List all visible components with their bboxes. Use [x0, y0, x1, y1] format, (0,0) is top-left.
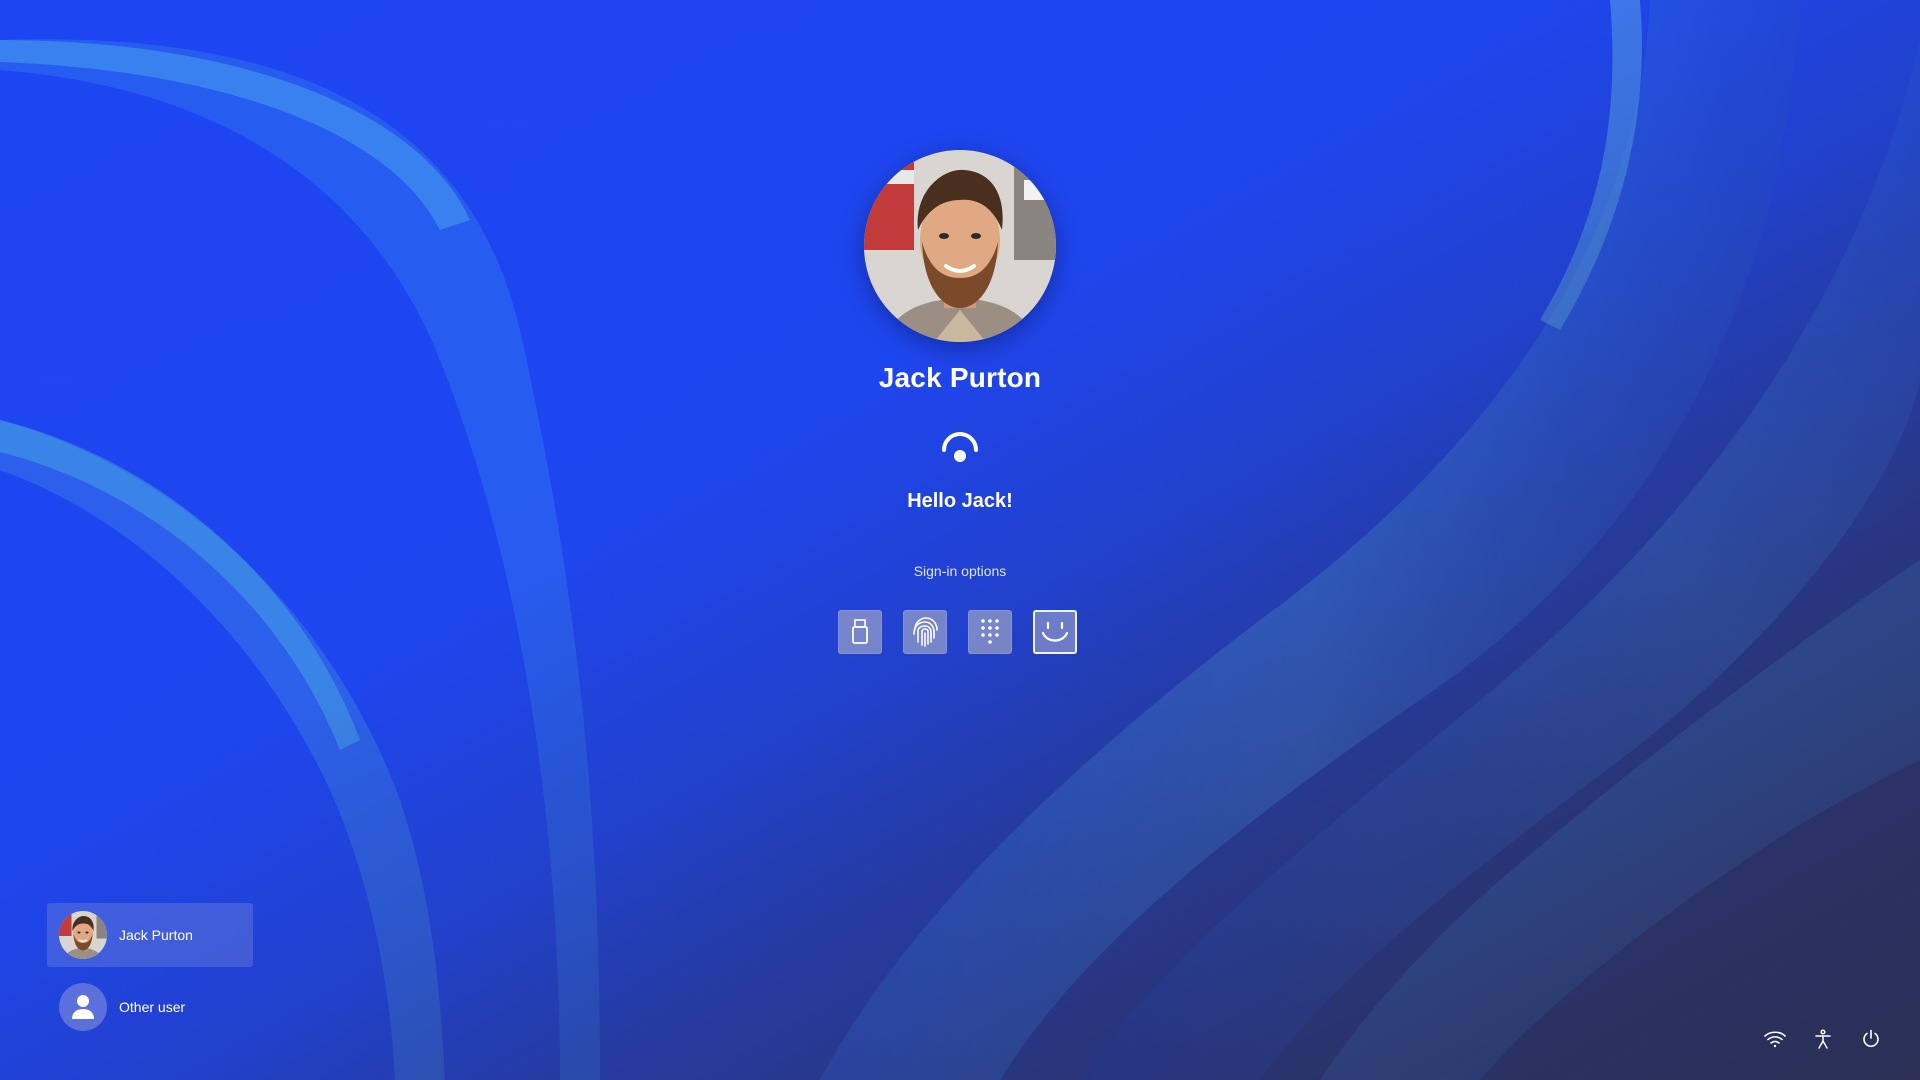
person-icon [72, 995, 94, 1019]
accessibility-button[interactable] [1810, 1026, 1836, 1052]
system-tray [1762, 1026, 1884, 1052]
user-tile-other-user[interactable]: Other user [47, 975, 253, 1039]
facial-recognition-option[interactable] [1033, 610, 1077, 654]
user-tile-label: Jack Purton [119, 927, 193, 943]
face-icon [1041, 621, 1069, 642]
sign-in-panel: Jack Purton Hello Jack! Sign-in options [0, 0, 1920, 1080]
pin-option[interactable] [968, 610, 1012, 654]
wifi-icon [1764, 1031, 1786, 1048]
user-tile-jack-purton[interactable]: Jack Purton [47, 903, 253, 967]
usb-key-icon [852, 619, 868, 644]
fingerprint-icon [913, 617, 938, 647]
user-photo-small [59, 911, 107, 959]
accessibility-icon [1815, 1029, 1831, 1049]
user-list: Jack Purton Other user [47, 903, 253, 1039]
greeting-text: Hello Jack! [907, 490, 1013, 512]
sign-in-options-row [838, 610, 1077, 654]
user-name: Jack Purton [878, 362, 1042, 393]
network-button[interactable] [1762, 1026, 1788, 1052]
fingerprint-option[interactable] [903, 610, 947, 654]
user-avatar [864, 150, 1056, 342]
power-icon [1863, 1029, 1879, 1047]
avatar [59, 911, 107, 959]
user-photo [864, 150, 1056, 342]
face-recognition-icon [942, 432, 978, 462]
avatar [59, 983, 107, 1031]
power-button[interactable] [1858, 1026, 1884, 1052]
pin-keypad-icon [981, 619, 999, 644]
security-key-option[interactable] [838, 610, 882, 654]
sign-in-options-link[interactable]: Sign-in options [810, 563, 1110, 579]
user-tile-label: Other user [119, 999, 186, 1015]
